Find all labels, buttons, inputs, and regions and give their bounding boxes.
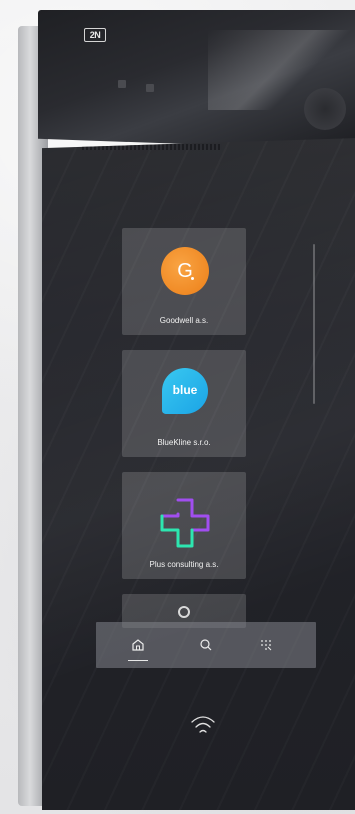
- nav-active-indicator: [128, 660, 148, 661]
- sensor-proximity: [146, 84, 154, 92]
- directory-item-plus-consulting[interactable]: Plus consulting a.s.: [122, 472, 246, 579]
- speaker-grille: [82, 144, 222, 150]
- nfc-reader-icon[interactable]: [188, 712, 218, 740]
- nav-home-button[interactable]: [108, 622, 168, 668]
- directory-item-bluekline[interactable]: blue BlueKline s.r.o.: [122, 350, 246, 457]
- home-icon: [132, 639, 144, 651]
- scrollbar[interactable]: [313, 244, 315, 404]
- plus-consulting-logo-icon: [160, 498, 210, 548]
- bottom-navbar: [96, 622, 316, 668]
- camera-lens-icon: [304, 88, 346, 130]
- partial-logo-icon: [178, 606, 190, 618]
- directory-item-label: BlueKline s.r.o.: [157, 438, 211, 447]
- directory-item-label: Plus consulting a.s.: [149, 560, 219, 569]
- bluekline-logo-text: blue: [172, 383, 198, 397]
- keypad-icon: [261, 640, 272, 651]
- goodwell-logo-icon: G: [161, 247, 209, 295]
- brand-logo: 2N: [84, 28, 106, 42]
- device-top-cap: 2N: [38, 10, 355, 150]
- directory-item-label: Goodwell a.s.: [159, 316, 209, 325]
- directory-item-goodwell[interactable]: G Goodwell a.s.: [122, 228, 246, 335]
- search-icon: [200, 639, 212, 651]
- nav-search-button[interactable]: [176, 622, 236, 668]
- nav-keypad-button[interactable]: [236, 622, 296, 668]
- sensor-light: [118, 80, 126, 88]
- goodwell-logo-dot: [191, 277, 194, 280]
- bluekline-logo-icon: blue: [162, 368, 208, 414]
